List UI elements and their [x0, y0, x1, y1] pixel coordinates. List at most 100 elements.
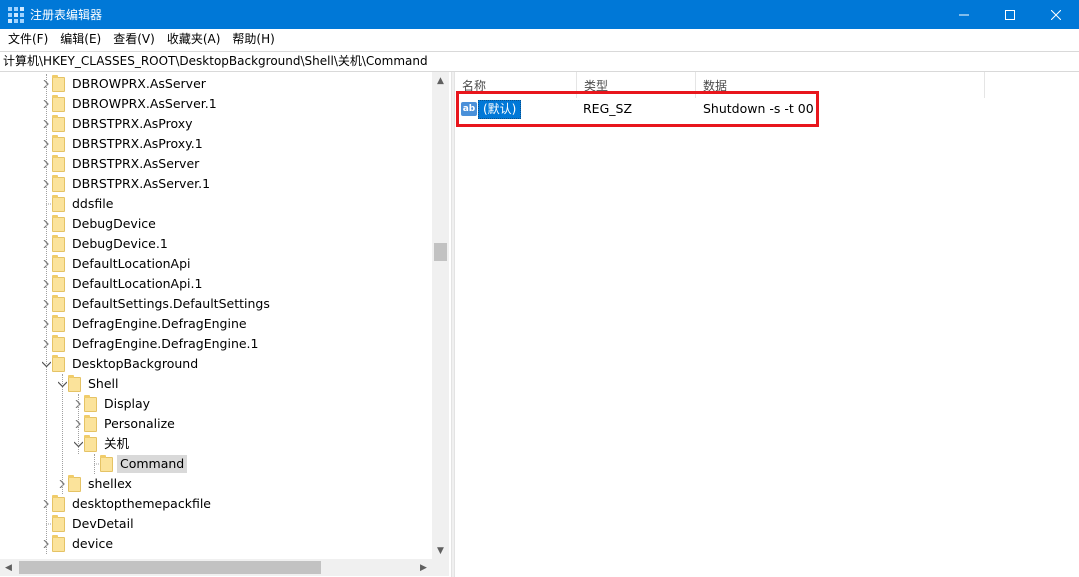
tree-item-label[interactable]: DebugDevice.1 — [69, 235, 171, 253]
tree-item[interactable]: DefaultSettings.DefaultSettings — [40, 294, 273, 314]
menu-help[interactable]: 帮助(H) — [226, 29, 280, 50]
minimize-button[interactable] — [941, 0, 987, 29]
tree-horizontal-scrollbar[interactable]: ◀ ▶ — [0, 559, 432, 576]
tree-item-label[interactable]: device — [69, 535, 116, 553]
folder-icon — [52, 134, 65, 152]
folder-icon — [52, 214, 65, 232]
tree-item-label[interactable]: Command — [117, 455, 188, 473]
folder-icon — [84, 414, 97, 432]
scroll-down-arrow-icon[interactable]: ▼ — [432, 542, 449, 559]
tree-item[interactable]: shellex — [56, 474, 135, 494]
tree-vertical-scrollbar[interactable]: ▲ ▼ — [432, 72, 449, 559]
menu-favorites[interactable]: 收藏夹(A) — [161, 29, 227, 50]
tree-item[interactable]: DBRSTPRX.AsProxy — [40, 114, 196, 134]
tree-item[interactable]: DBROWPRX.AsServer.1 — [40, 94, 220, 114]
tree-item-label[interactable]: DefaultSettings.DefaultSettings — [69, 295, 273, 313]
folder-icon — [52, 274, 65, 292]
tree-guide-line — [62, 374, 63, 494]
scroll-right-arrow-icon[interactable]: ▶ — [415, 559, 432, 576]
close-button[interactable] — [1033, 0, 1079, 29]
scroll-thumb[interactable] — [434, 243, 447, 261]
folder-icon — [84, 434, 97, 452]
scroll-left-arrow-icon[interactable]: ◀ — [0, 559, 17, 576]
folder-icon — [52, 74, 65, 92]
folder-icon — [52, 194, 65, 212]
folder-icon — [52, 254, 65, 272]
close-icon — [1051, 9, 1061, 20]
tree-item-label[interactable]: desktopthemepackfile — [69, 495, 214, 513]
folder-icon — [52, 294, 65, 312]
tree-item[interactable]: device — [40, 534, 116, 554]
tree-item[interactable]: Display — [72, 394, 153, 414]
tree-item[interactable]: DBRSTPRX.AsServer.1 — [40, 174, 213, 194]
tree-item[interactable]: 关机 — [72, 434, 132, 454]
tree-item-label[interactable]: Shell — [85, 375, 122, 393]
folder-icon — [84, 394, 97, 412]
folder-icon — [52, 334, 65, 352]
tree-item[interactable]: DBRSTPRX.AsServer — [40, 154, 202, 174]
menu-edit[interactable]: 编辑(E) — [54, 29, 107, 50]
tree-item-label[interactable]: shellex — [85, 475, 135, 493]
folder-icon — [52, 494, 65, 512]
tree-item[interactable]: DebugDevice — [40, 214, 159, 234]
tree-item-label[interactable]: DBRSTPRX.AsServer.1 — [69, 175, 213, 193]
tree-item-label[interactable]: DefaultLocationApi.1 — [69, 275, 205, 293]
scroll-up-arrow-icon[interactable]: ▲ — [432, 72, 449, 89]
menu-bar: 文件(F) 编辑(E) 查看(V) 收藏夹(A) 帮助(H) — [0, 29, 1079, 50]
tree-item-label[interactable]: DBRSTPRX.AsServer — [69, 155, 202, 173]
tree-item[interactable]: DesktopBackground — [40, 354, 201, 374]
tree-item-label[interactable]: DBROWPRX.AsServer.1 — [69, 95, 220, 113]
tree-guide-line — [94, 454, 95, 474]
tree-guide-line — [46, 74, 47, 554]
tree-item[interactable]: DefaultLocationApi — [40, 254, 194, 274]
tree-item[interactable]: Personalize — [72, 414, 178, 434]
menu-view[interactable]: 查看(V) — [107, 29, 161, 50]
window-title: 注册表编辑器 — [30, 8, 103, 22]
folder-icon — [52, 314, 65, 332]
tree-item[interactable]: DebugDevice.1 — [40, 234, 171, 254]
folder-icon — [52, 154, 65, 172]
tree-item-label[interactable]: DefragEngine.DefragEngine.1 — [69, 335, 261, 353]
tree-item-label[interactable]: DBROWPRX.AsServer — [69, 75, 209, 93]
folder-icon — [52, 234, 65, 252]
tree-item[interactable]: DefragEngine.DefragEngine.1 — [40, 334, 261, 354]
tree-item-label[interactable]: 关机 — [101, 435, 132, 453]
tree-item[interactable]: DBROWPRX.AsServer — [40, 74, 209, 94]
registry-editor-icon — [8, 6, 24, 23]
tree-item-label[interactable]: DefaultLocationApi — [69, 255, 194, 273]
tree-item[interactable]: ddsfile — [40, 194, 116, 214]
tree-item-label[interactable]: Personalize — [101, 415, 178, 433]
tree-item-label[interactable]: DevDetail — [69, 515, 137, 533]
tree-item-label[interactable]: Display — [101, 395, 153, 413]
folder-icon — [68, 474, 81, 492]
tree-item-label[interactable]: ddsfile — [69, 195, 116, 213]
tree-item-label[interactable]: DebugDevice — [69, 215, 159, 233]
red-highlight-box — [456, 91, 819, 127]
tree-item[interactable]: DBRSTPRX.AsProxy.1 — [40, 134, 206, 154]
tree-item-label[interactable]: DBRSTPRX.AsProxy — [69, 115, 196, 133]
tree-item[interactable]: DefragEngine.DefragEngine — [40, 314, 250, 334]
tree-item-label[interactable]: DesktopBackground — [69, 355, 201, 373]
menu-file[interactable]: 文件(F) — [2, 29, 54, 50]
folder-icon — [52, 94, 65, 112]
title-bar: 注册表编辑器 — [0, 0, 1079, 29]
tree-item-label[interactable]: DefragEngine.DefragEngine — [69, 315, 250, 333]
tree-item[interactable]: desktopthemepackfile — [40, 494, 214, 514]
tree-item[interactable]: Command — [88, 454, 188, 474]
address-bar[interactable]: 计算机\HKEY_CLASSES_ROOT\DesktopBackground\… — [0, 51, 1079, 72]
scroll-thumb-horizontal[interactable] — [19, 561, 321, 574]
tree-item[interactable]: Shell — [56, 374, 122, 394]
key-tree[interactable]: DBROWPRX.AsServer DBROWPRX.AsServer.1 DBRS… — [0, 72, 451, 577]
tree-guide-line — [78, 394, 79, 454]
maximize-button[interactable] — [987, 0, 1033, 29]
minimize-icon — [959, 14, 969, 15]
tree-item[interactable]: DevDetail — [40, 514, 137, 534]
folder-icon — [68, 374, 81, 392]
tree-item-label[interactable]: DBRSTPRX.AsProxy.1 — [69, 135, 206, 153]
tree-item[interactable]: DefaultLocationApi.1 — [40, 274, 205, 294]
folder-icon — [52, 534, 65, 552]
values-list[interactable]: 名称 类型 数据 ab (默认) REG_SZ Shutdown -s -t 0… — [455, 72, 1079, 577]
scrollbar-corner — [432, 559, 449, 576]
folder-icon — [100, 454, 113, 472]
folder-icon — [52, 354, 65, 372]
